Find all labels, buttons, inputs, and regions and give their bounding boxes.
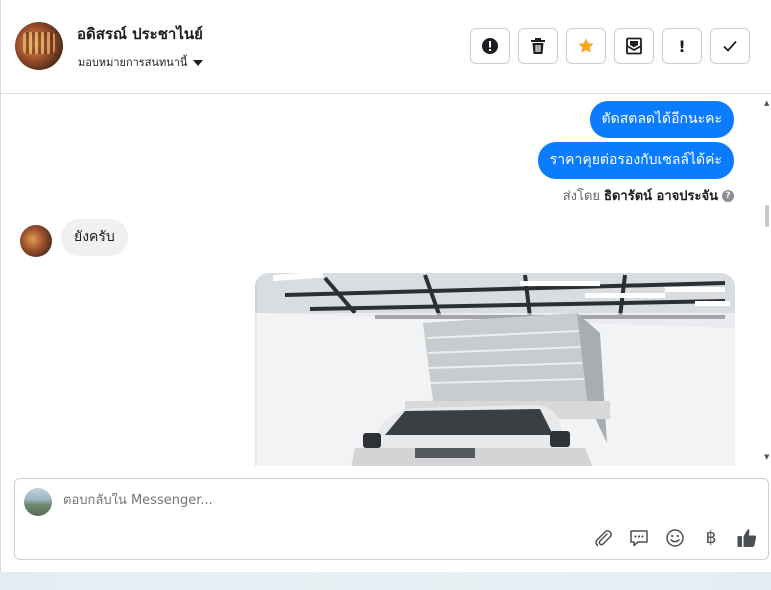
mark-done-button[interactable] (710, 28, 750, 64)
star-icon (578, 38, 594, 53)
paperclip-icon (595, 530, 612, 547)
sent-by-prefix: ส่งโดย (562, 189, 601, 204)
exclamation-icon: ! (678, 36, 686, 56)
thread-scrollbar[interactable]: ▲ ▼ (763, 95, 771, 466)
scrollbar-thumb[interactable] (765, 205, 769, 227)
help-icon[interactable]: ? (722, 189, 734, 202)
emoji-icon (666, 529, 684, 547)
mark-unread-button[interactable] (614, 28, 654, 64)
reply-composer: ฿ (14, 478, 769, 560)
attach-button[interactable] (592, 527, 614, 549)
baht-icon: ฿ (705, 528, 717, 548)
incoming-message[interactable]: ยังครับ (61, 219, 128, 256)
bottom-strip (0, 572, 771, 590)
conversation-panel: อดิสรณ์ ประชาไนย์ มอบหมายการสนทนานี้ ! ต… (0, 0, 771, 590)
assign-conversation-dropdown[interactable]: มอบหมายการสนทนานี้ (78, 53, 204, 71)
chat-bubble-icon (630, 530, 648, 547)
delete-button[interactable] (518, 28, 558, 64)
assign-label: มอบหมายการสนทนานี้ (78, 56, 188, 69)
like-button[interactable] (736, 527, 758, 549)
page-avatar (24, 488, 52, 516)
sender-name: ธิดารัตน์ อาจประจัน (604, 189, 718, 204)
contact-name[interactable]: อดิสรณ์ ประชาไนย์ (77, 22, 203, 46)
mark-unread-icon (626, 37, 642, 55)
scroll-up-icon[interactable]: ▲ (764, 99, 769, 107)
reply-input[interactable] (63, 493, 563, 508)
saved-replies-button[interactable] (628, 527, 650, 549)
truck-photo (255, 273, 735, 466)
trash-icon (531, 38, 545, 54)
checkmark-icon (723, 40, 737, 52)
contact-avatar[interactable] (15, 22, 63, 70)
conversation-header: อดิสรณ์ ประชาไนย์ มอบหมายการสนทนานี้ ! (1, 0, 771, 94)
report-spam-button[interactable] (470, 28, 510, 64)
scroll-down-icon[interactable]: ▼ (764, 453, 769, 461)
alert-circle-icon (482, 38, 498, 54)
message-thread[interactable]: ตัดสตลดได้อีกนะคะ ราคาคุยต่อรองกับเซลล์ไ… (1, 95, 763, 466)
payment-button[interactable]: ฿ (700, 527, 722, 549)
composer-tools: ฿ (592, 527, 758, 549)
outgoing-message[interactable]: ตัดสตลดได้อีกนะคะ (589, 101, 734, 138)
sent-by-line: ส่งโดย ธิดารัตน์ อาจประจัน ? (563, 185, 734, 206)
outgoing-message[interactable]: ราคาคุยต่อรองกับเซลล์ได้ค่ะ (537, 142, 734, 179)
caret-down-icon (193, 59, 204, 66)
follow-up-button[interactable]: ! (662, 28, 702, 64)
emoji-button[interactable] (664, 527, 686, 549)
image-attachment[interactable] (255, 273, 735, 466)
star-button[interactable] (566, 28, 606, 64)
contact-avatar-small[interactable] (20, 225, 52, 257)
thumbs-up-icon (737, 529, 757, 547)
header-actions: ! (470, 28, 750, 64)
